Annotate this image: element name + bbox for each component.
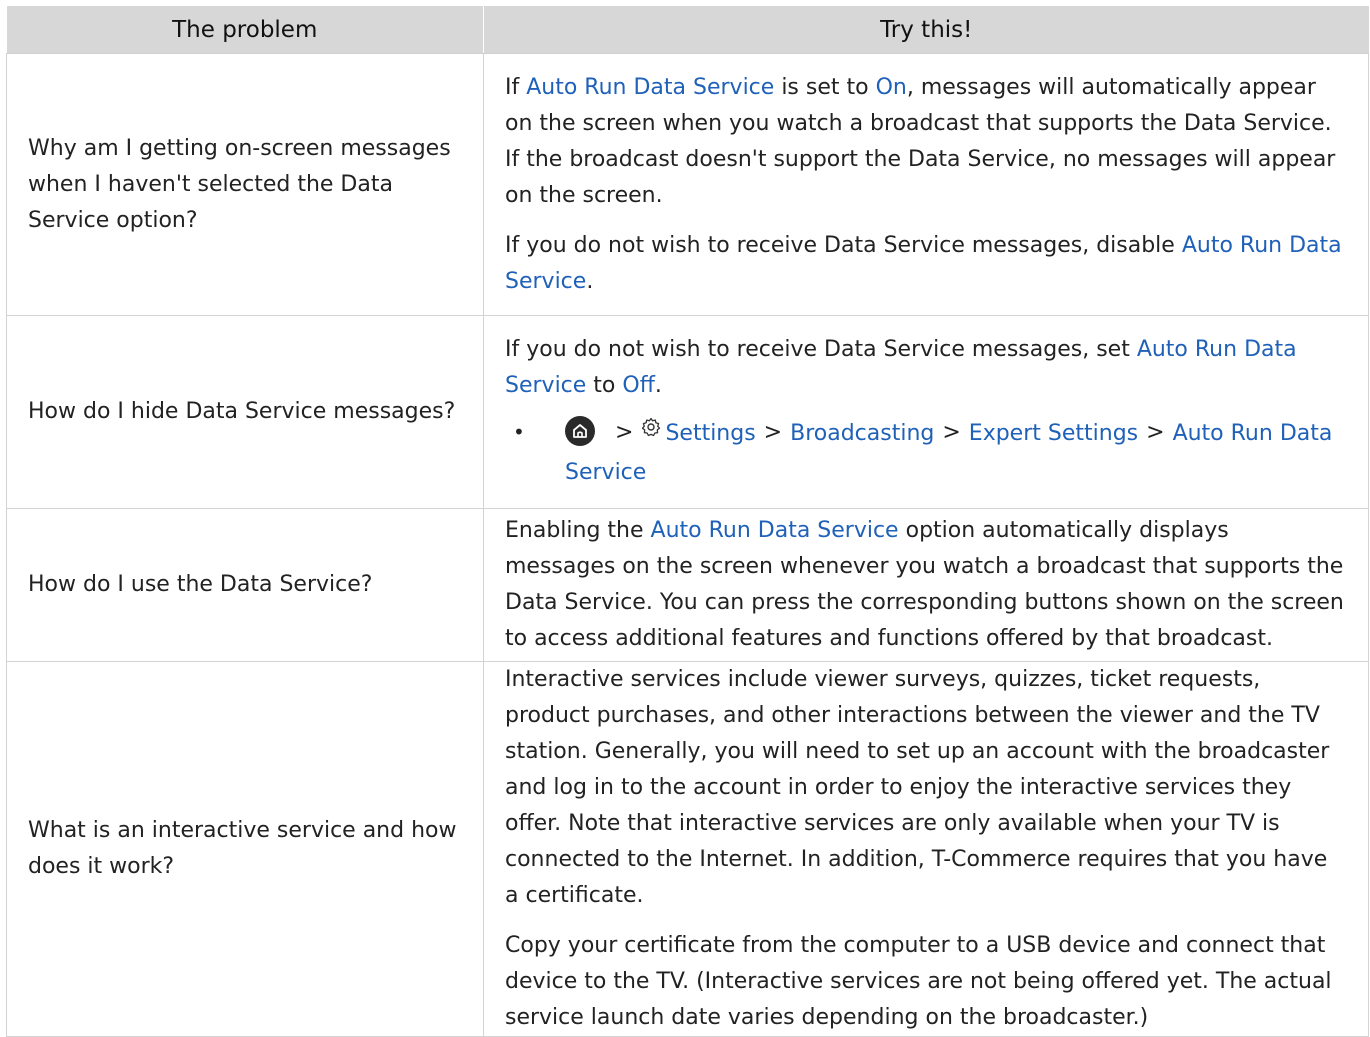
solution-paragraph: Copy your certificate from the computer …: [505, 933, 1332, 1030]
menu-path-steps: > Settings > Broadcasting > Expert Settings > A…: [565, 414, 1346, 493]
solution-paragraph: Interactive services include viewer surv…: [505, 667, 1330, 908]
solution-cell: If Auto Run Data Service is set to On, m…: [483, 53, 1369, 316]
problem-cell: What is an interactive service and how d…: [6, 661, 484, 1037]
text: is set to: [774, 74, 876, 100]
bullet: •: [513, 419, 525, 444]
solution-paragraph: If Auto Run Data Service is set to On, m…: [505, 70, 1346, 214]
table-row: How do I use the Data Service? Enabling …: [6, 508, 1369, 662]
text: to: [586, 372, 623, 398]
broadcasting-link[interactable]: Broadcasting: [790, 421, 934, 446]
chevron-right-icon: >: [615, 419, 634, 445]
solution-cell: Interactive services include viewer surv…: [483, 661, 1369, 1037]
on-option-link[interactable]: On: [876, 75, 907, 100]
table-row: What is an interactive service and how d…: [6, 661, 1369, 1037]
solution-paragraph: If you do not wish to receive Data Servi…: [505, 228, 1346, 300]
off-option-link[interactable]: Off: [622, 373, 654, 398]
chevron-right-icon: >: [942, 419, 961, 445]
text: If you do not wish to receive Data Servi…: [505, 336, 1137, 362]
troubleshooting-table: The problem Try this! Why am I getting o…: [6, 6, 1369, 1037]
expert-settings-link[interactable]: Expert Settings: [969, 421, 1138, 446]
text: .: [654, 372, 662, 398]
chevron-right-icon: >: [1146, 419, 1165, 445]
solution-paragraph: If you do not wish to receive Data Servi…: [505, 332, 1346, 404]
solution-cell: Enabling the Auto Run Data Service optio…: [483, 508, 1369, 662]
table-row: How do I hide Data Service messages? If …: [6, 315, 1369, 509]
text: If: [505, 74, 527, 100]
text: Enabling the: [505, 518, 651, 543]
auto-run-data-service-link[interactable]: Auto Run Data Service: [526, 75, 774, 100]
solution-cell: If you do not wish to receive Data Servi…: [483, 315, 1369, 509]
solution-paragraph: Enabling the Auto Run Data Service optio…: [505, 513, 1346, 657]
table-row: Why am I getting on-screen messages when…: [6, 53, 1369, 316]
text: .: [586, 268, 594, 294]
home-icon[interactable]: [565, 415, 595, 446]
table-header-row: The problem Try this!: [6, 6, 1369, 54]
column-header-try-this: Try this!: [483, 6, 1369, 54]
settings-link[interactable]: Settings: [665, 421, 755, 446]
problem-cell: How do I use the Data Service?: [6, 508, 484, 662]
chevron-right-icon: >: [763, 419, 783, 445]
problem-cell: Why am I getting on-screen messages when…: [6, 53, 484, 316]
menu-path: • > Settings > Broadcasting > Expert Settings…: [505, 414, 1346, 493]
auto-run-data-service-link[interactable]: Auto Run Data Service: [651, 518, 899, 543]
column-header-problem: The problem: [6, 6, 484, 54]
problem-cell: How do I hide Data Service messages?: [6, 315, 484, 509]
gear-icon: [641, 411, 661, 450]
text: If you do not wish to receive Data Servi…: [505, 232, 1182, 258]
